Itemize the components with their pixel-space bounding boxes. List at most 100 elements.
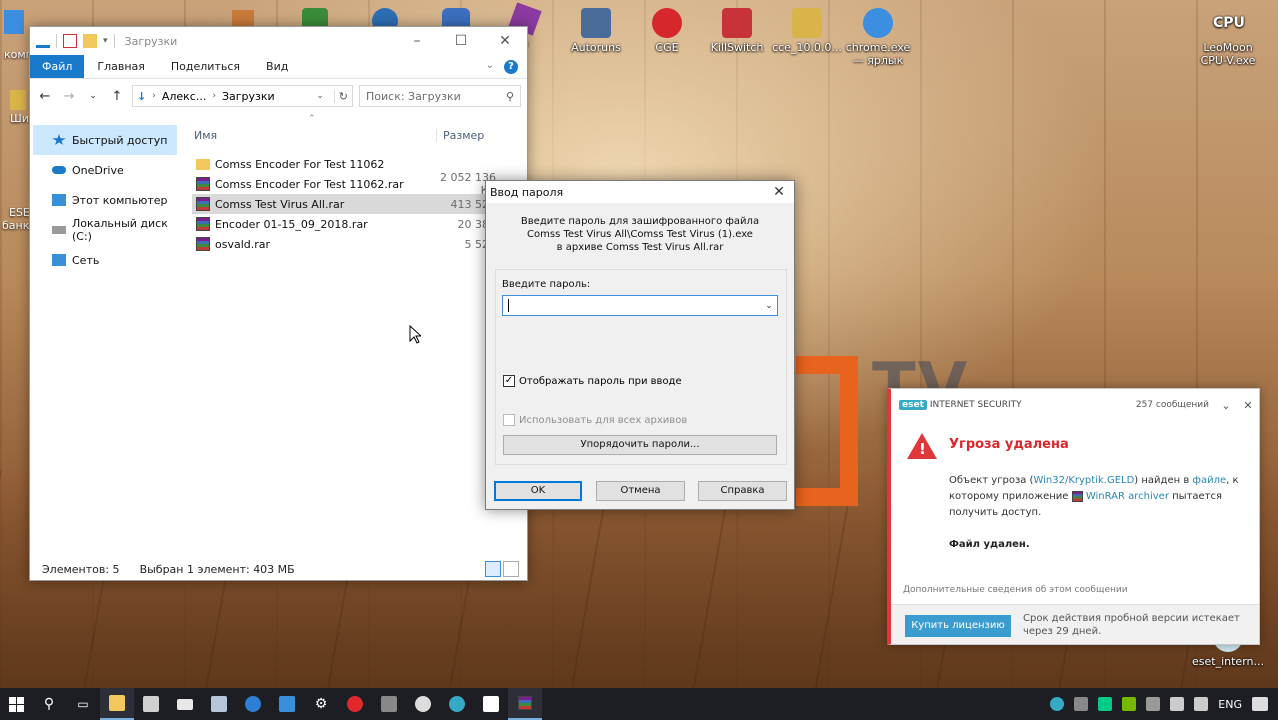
tray-icon[interactable] xyxy=(1146,697,1161,711)
close-icon[interactable]: ✕ xyxy=(1237,399,1259,412)
explorer-window[interactable]: ▾ Загрузки – ☐ ✕ Файл Главная Поделиться… xyxy=(29,26,528,581)
file-row-selected[interactable]: Comss Test Virus All.rar 413 522 xyxy=(192,194,527,214)
quick-access-dropdown-icon[interactable]: ▾ xyxy=(103,36,108,46)
nvidia-icon[interactable] xyxy=(1122,697,1137,711)
password-input[interactable]: ⌄ xyxy=(502,295,778,316)
taskbar-explorer[interactable] xyxy=(100,688,134,720)
language-indicator[interactable]: ENG xyxy=(1218,698,1242,711)
cancel-button[interactable]: Отмена xyxy=(596,481,685,501)
taskbar-eset[interactable] xyxy=(440,688,474,720)
explorer-titlebar[interactable]: ▾ Загрузки – ☐ ✕ xyxy=(30,27,527,55)
killswitch-icon xyxy=(722,8,752,38)
desktop-icon-chrome[interactable]: chrome.exe — ярлык xyxy=(840,8,916,67)
threat-link[interactable]: Win32/Kryptik.GELD xyxy=(1033,475,1134,486)
taskbar-mail[interactable] xyxy=(168,688,202,720)
forward-button[interactable]: → xyxy=(60,89,78,104)
eset-tray-icon[interactable] xyxy=(1050,697,1065,711)
checkmark-icon: ✓ xyxy=(503,375,515,387)
file-row[interactable]: Comss Encoder For Test 11062.rar 2 052 1… xyxy=(192,171,527,197)
dialog-titlebar[interactable]: Ввод пароля ✕ xyxy=(486,181,794,203)
desktop-icon-partial[interactable]: Ши xyxy=(10,90,29,125)
file-row[interactable]: osvald.rar 5 528 xyxy=(192,234,527,254)
large-icons-view-icon[interactable] xyxy=(503,561,519,577)
taskbar-opera[interactable] xyxy=(338,688,372,720)
refresh-icon[interactable]: ↻ xyxy=(333,89,352,103)
chevron-down-icon[interactable]: ⌄ xyxy=(761,301,777,311)
notifications-icon[interactable] xyxy=(1252,697,1268,711)
search-input[interactable]: Поиск: Загрузки ⚲ xyxy=(359,85,521,107)
tab-home[interactable]: Главная xyxy=(84,55,158,78)
password-label: Введите пароль: xyxy=(502,279,591,290)
password-dialog[interactable]: Ввод пароля ✕ Введите пароль для зашифро… xyxy=(485,180,795,510)
nav-this-pc[interactable]: Этот компьютер xyxy=(30,185,180,215)
nav-quick-access[interactable]: Быстрый доступ xyxy=(33,125,177,155)
address-bar[interactable]: ↓ › Алекс... › Загрузки ⌄ ↻ xyxy=(132,85,353,107)
taskbar-settings[interactable]: ⚙ xyxy=(304,688,338,720)
breadcrumb-downloads[interactable]: Загрузки xyxy=(222,90,275,103)
taskbar-winrar[interactable] xyxy=(508,688,542,720)
winrar-icon xyxy=(1071,490,1083,502)
close-button[interactable]: ✕ xyxy=(483,27,527,55)
app-link[interactable]: WinRAR archiver xyxy=(1086,491,1169,502)
desktop-icon-cce[interactable]: cce_10.0.0... xyxy=(769,8,845,54)
use-for-all-checkbox[interactable]: Использовать для всех архивов xyxy=(503,414,687,426)
taskbar-photos[interactable] xyxy=(202,688,236,720)
tab-view[interactable]: Вид xyxy=(253,55,301,78)
desktop-icon-killswitch[interactable]: KillSwitch xyxy=(699,8,775,54)
cpu-icon: CPU xyxy=(1213,15,1245,31)
column-name[interactable]: Имя xyxy=(192,129,436,142)
show-password-checkbox[interactable]: ✓ Отображать пароль при вводе xyxy=(503,375,682,387)
download-arrow-icon: ↓ xyxy=(137,89,147,103)
expand-ribbon-icon[interactable]: ⌄ xyxy=(486,60,494,78)
tab-file[interactable]: Файл xyxy=(30,55,85,78)
navigation-pane: Быстрый доступ OneDrive Этот компьютер Л… xyxy=(30,115,180,558)
taskbar-store[interactable] xyxy=(134,688,168,720)
tray-icon[interactable] xyxy=(1098,697,1113,711)
file-row[interactable]: Encoder 01-15_09_2018.rar 20 388 xyxy=(192,214,527,234)
ribbon: Файл Главная Поделиться Вид ⌄ ? xyxy=(30,55,527,79)
taskbar-search[interactable]: ⚲ xyxy=(32,688,66,720)
address-dropdown-icon[interactable]: ⌄ xyxy=(316,91,328,101)
organize-passwords-button[interactable]: Упорядочить пароли... xyxy=(503,435,777,455)
start-button[interactable] xyxy=(0,688,32,720)
taskbar-task-view[interactable]: ▭ xyxy=(66,688,100,720)
properties-icon[interactable] xyxy=(63,34,77,48)
buy-license-button[interactable]: Купить лицензию xyxy=(905,615,1011,637)
nav-local-disk[interactable]: Локальный диск (C:) xyxy=(30,215,180,245)
taskbar-app[interactable] xyxy=(372,688,406,720)
dialog-close-button[interactable]: ✕ xyxy=(764,184,794,200)
help-icon[interactable]: ? xyxy=(504,60,518,74)
file-link[interactable]: файле xyxy=(1192,475,1226,486)
eset-footer: Купить лицензию Срок действия пробной ве… xyxy=(891,604,1259,644)
desktop-icon-cge[interactable]: CGE xyxy=(629,8,705,54)
taskbar-edge[interactable] xyxy=(236,688,270,720)
taskbar-app[interactable] xyxy=(406,688,440,720)
tray-icon[interactable] xyxy=(1074,697,1089,711)
network-icon[interactable] xyxy=(1170,697,1185,711)
back-button[interactable]: ← xyxy=(36,89,54,104)
more-info-link[interactable]: Дополнительные сведения об этом сообщени… xyxy=(903,585,1128,595)
taskbar-remote[interactable] xyxy=(270,688,304,720)
new-folder-icon[interactable] xyxy=(83,34,97,48)
chevron-down-icon[interactable]: ⌄ xyxy=(1215,399,1237,412)
nav-onedrive[interactable]: OneDrive xyxy=(30,155,180,185)
details-view-icon[interactable] xyxy=(485,561,501,577)
breadcrumb-user[interactable]: Алекс... xyxy=(162,90,207,103)
desktop-icon-leomoon[interactable]: CPU LeoMoon CPU-V.exe xyxy=(1190,8,1266,67)
column-size[interactable]: Размер xyxy=(436,128,484,142)
desktop-icon-autoruns[interactable]: Autoruns xyxy=(558,8,634,54)
tab-share[interactable]: Поделиться xyxy=(158,55,253,78)
up-button[interactable]: ↑ xyxy=(108,89,126,104)
volume-icon[interactable] xyxy=(1194,697,1209,711)
taskbar-app[interactable] xyxy=(474,688,508,720)
folder-icon xyxy=(109,695,125,711)
recent-locations-icon[interactable]: ⌄ xyxy=(84,91,102,101)
nav-network[interactable]: Сеть xyxy=(30,245,180,275)
ok-button[interactable]: OK xyxy=(494,481,582,501)
maximize-button[interactable]: ☐ xyxy=(439,27,483,55)
minimize-button[interactable]: – xyxy=(395,27,439,55)
file-list: ⌃ Имя Размер Comss Encoder For Test 1106… xyxy=(180,114,527,558)
help-button[interactable]: Справка xyxy=(698,481,787,501)
eset-notification[interactable]: eset INTERNET SECURITY 257 сообщений ⌄ ✕… xyxy=(887,388,1260,645)
search-icon: ⚲ xyxy=(43,696,55,712)
